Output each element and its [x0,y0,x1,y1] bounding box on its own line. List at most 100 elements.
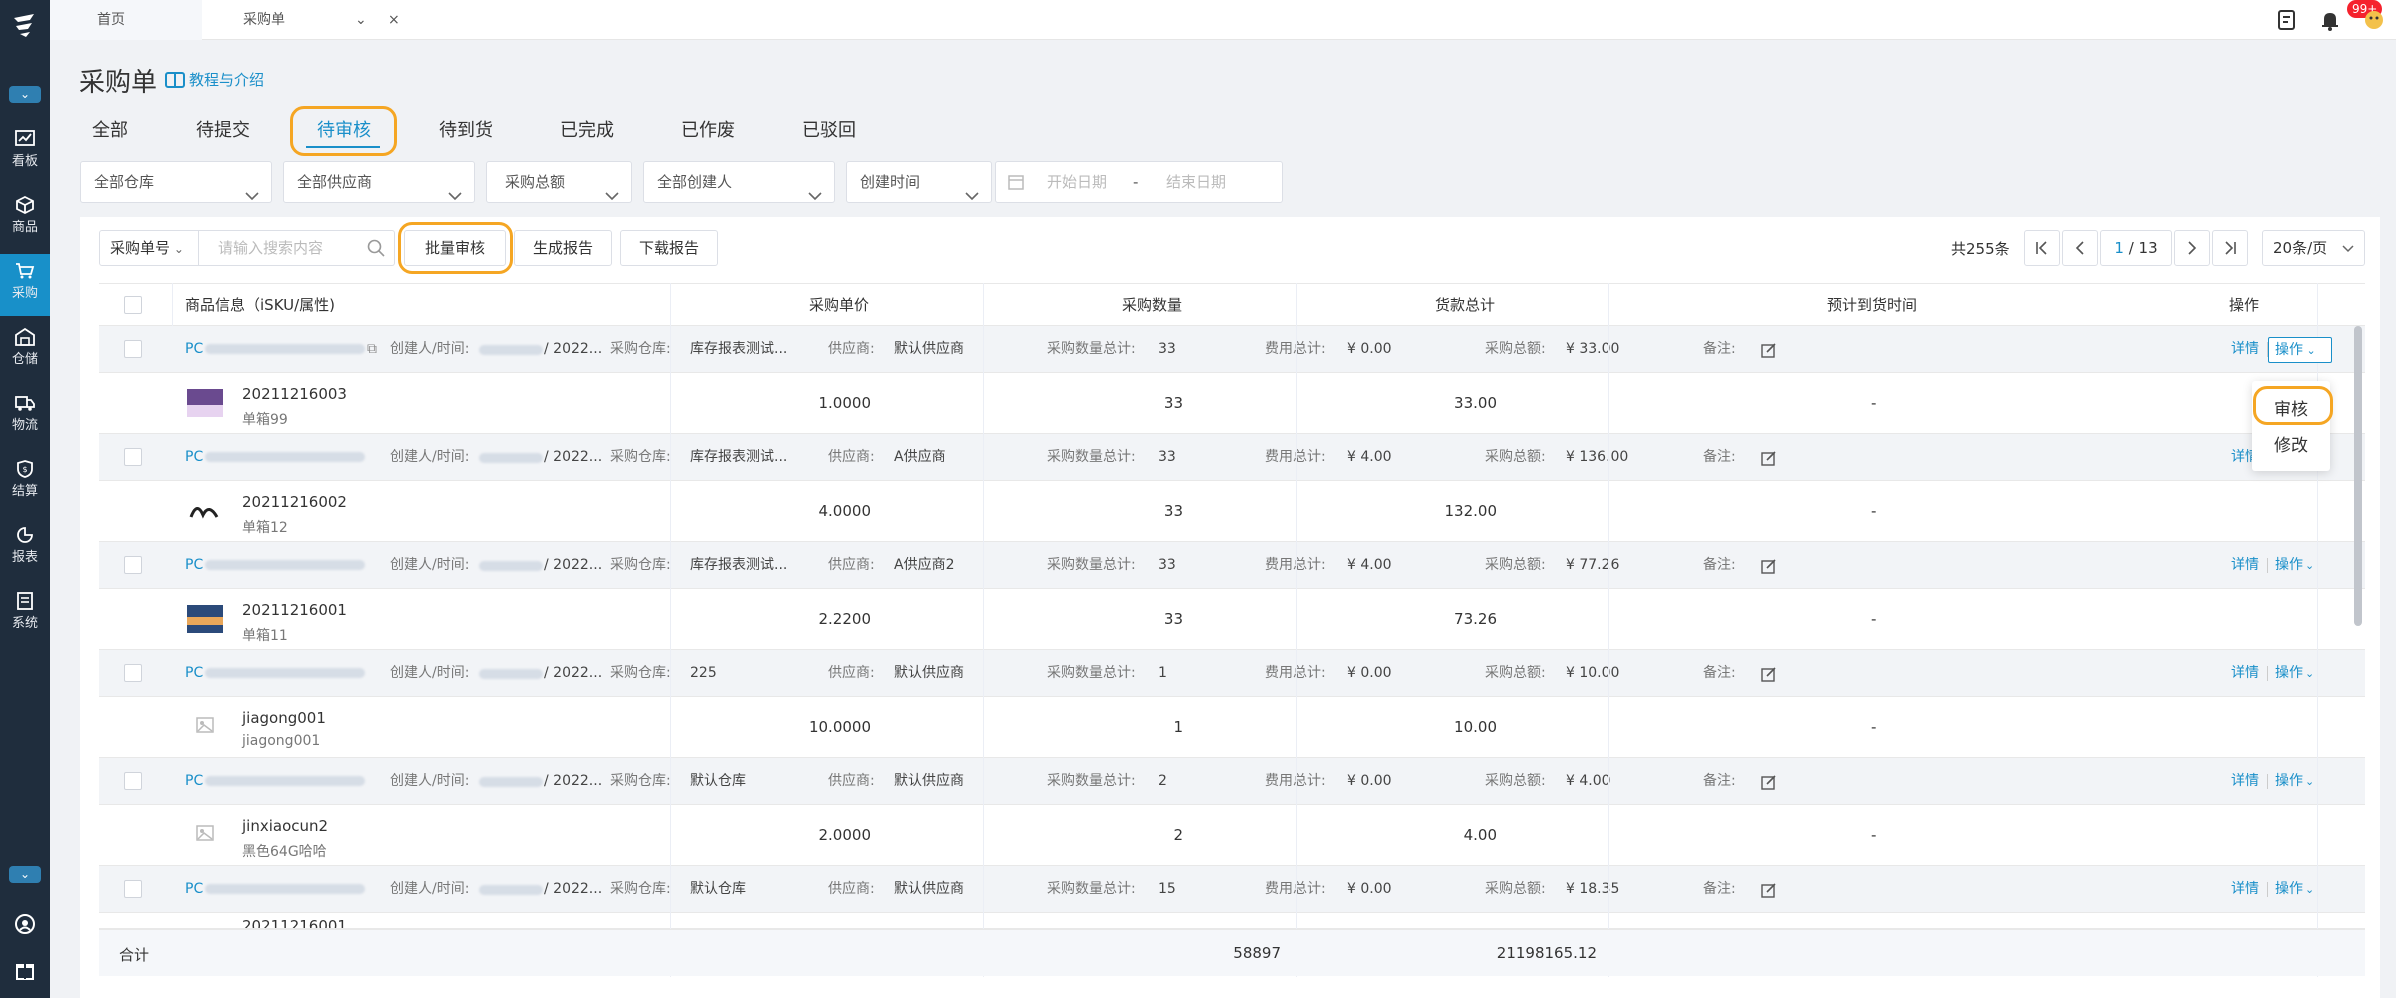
nav-item-cart[interactable]: 采购 [0,254,50,316]
edit-remark-icon[interactable] [1761,882,1777,902]
row-checkbox[interactable] [124,448,142,466]
supplier-filter[interactable]: 全部供应商 [283,161,475,203]
tutorial-link[interactable]: 教程与介绍 [165,69,264,90]
operations-link[interactable]: 操作 [2275,866,2303,913]
edit-remark-icon[interactable] [1761,774,1777,794]
end-date-input[interactable]: 结束日期 [1166,162,1226,202]
operations-link[interactable]: 操作 [2275,650,2303,697]
detail-link[interactable]: 详情 [2231,866,2259,913]
nav-item-warehouse[interactable]: 仓储 [0,320,50,382]
product-sku: 20211216001 [242,917,347,929]
app-logo[interactable] [10,10,40,40]
detail-link[interactable]: 详情 [2231,758,2259,805]
time-type-filter[interactable]: 创建时间 [846,161,992,203]
order-number-link[interactable]: PC [185,326,366,373]
status-tab[interactable]: 待审核 [317,116,371,142]
nav-item-system[interactable]: 系统 [0,584,50,646]
amount-total-value: ¥ 77.26 [1566,557,1620,573]
prev-page-button[interactable] [2062,230,2098,266]
table-scrollbar[interactable] [2354,326,2362,626]
nav-item-dashboard[interactable]: 看板 [0,122,50,184]
edit-remark-icon[interactable] [1761,450,1777,470]
amount-total-value: ¥ 18.35 [1566,881,1620,897]
last-page-button[interactable] [2212,230,2248,266]
status-tab[interactable]: 待提交 [196,116,250,142]
status-tab[interactable]: 已驳回 [802,116,856,142]
nav-item-product[interactable]: 商品 [0,188,50,250]
edit-remark-icon[interactable] [1761,666,1777,686]
order-number-link[interactable]: PC [185,434,366,481]
gift-icon[interactable] [13,958,37,982]
search-icon[interactable] [367,239,385,261]
supplier-label: 供应商: [828,341,875,357]
bell-icon[interactable] [2318,8,2342,32]
warehouse-value: 默认仓库 [690,881,746,897]
chevron-down-icon[interactable]: ⌄ [2305,542,2314,589]
close-icon[interactable]: × [388,0,400,40]
chevron-down-icon[interactable]: ⌄ [2305,650,2314,697]
tab-home[interactable]: 首页 [50,0,202,40]
copy-icon[interactable]: ⧉ [367,326,377,373]
order-item-row: 20211216001 单箱11 2.2200 33 73.26 - [99,589,2365,650]
page-size-select[interactable]: 20条/页 [2262,230,2365,266]
current-page-input[interactable]: 1 [2114,239,2124,257]
order-number-link[interactable]: PC [185,542,366,589]
generate-report-button[interactable]: 生成报告 [514,230,612,266]
status-tab[interactable]: 全部 [92,116,128,142]
edit-remark-icon[interactable] [1761,558,1777,578]
nav-item-shield[interactable]: $ 结算 [0,452,50,514]
chevron-down-icon[interactable]: ⌄ [2305,866,2314,913]
tab-purchase-order[interactable]: 采购单 ⌄ × [205,0,415,40]
chevron-down-icon[interactable]: ⌄ [2305,758,2314,805]
row-checkbox[interactable] [124,556,142,574]
detail-link[interactable]: 详情 [2231,326,2259,373]
download-report-button[interactable]: 下载报告 [620,230,718,266]
select-all-checkbox[interactable] [124,296,142,314]
order-number-link[interactable]: PC [185,866,366,913]
creator-filter[interactable]: 全部创建人 [643,161,835,203]
row-checkbox[interactable] [124,772,142,790]
qty-total-label: 采购数量总计: [1047,449,1136,465]
review-menu-item[interactable]: 审核 [2252,395,2330,420]
nav-expand-toggle[interactable]: ⌄ [9,866,41,883]
nav-item-truck[interactable]: 物流 [0,386,50,448]
amount-filter[interactable]: 采购总额 [486,161,632,203]
chevron-down-icon[interactable]: ⌄ [355,0,367,40]
warehouse-filter[interactable]: 全部仓库 [80,161,272,203]
chevron-down-icon [965,176,979,216]
avatar[interactable] [2362,8,2386,32]
search-input[interactable] [200,231,360,265]
order-number-link[interactable]: PC [185,758,366,805]
system-icon [0,592,50,610]
next-page-button[interactable] [2174,230,2210,266]
support-icon[interactable] [13,912,37,936]
task-list-icon[interactable] [2275,8,2299,32]
nav-collapse-toggle[interactable]: ⌄ [9,86,41,103]
operations-button-active[interactable]: 操作 ⌄ [2268,337,2332,363]
status-tab[interactable]: 待到货 [439,116,493,142]
detail-link[interactable]: 详情 [2231,542,2259,589]
order-number-link[interactable]: PC [185,650,366,697]
status-tab[interactable]: 已完成 [560,116,614,142]
total-pages: / 13 [2128,239,2158,257]
first-page-button[interactable] [2024,230,2060,266]
row-checkbox[interactable] [124,880,142,898]
start-date-input[interactable]: 开始日期 [1047,162,1107,202]
page-title: 采购单 [79,68,158,98]
edit-remark-icon[interactable] [1761,342,1777,362]
status-tab[interactable]: 已作废 [681,116,735,142]
row-checkbox[interactable] [124,340,142,358]
amount-total-label: 采购总额: [1485,773,1546,789]
operations-link[interactable]: 操作 [2275,758,2303,805]
search-type-select[interactable]: 采购单号 ⌄ [99,230,199,266]
row-checkbox[interactable] [124,664,142,682]
nav-item-label: 系统 [11,616,38,631]
operations-link[interactable]: 操作 [2275,542,2303,589]
detail-link[interactable]: 详情 [2231,650,2259,697]
edit-menu-item[interactable]: 修改 [2252,431,2330,456]
nav-item-pie-chart[interactable]: 报表 [0,518,50,580]
book-icon [165,72,185,88]
date-range-picker[interactable]: 开始日期 - 结束日期 [995,161,1283,203]
supplier-value: 默认供应商 [894,881,964,897]
batch-review-button[interactable]: 批量审核 [404,230,506,266]
